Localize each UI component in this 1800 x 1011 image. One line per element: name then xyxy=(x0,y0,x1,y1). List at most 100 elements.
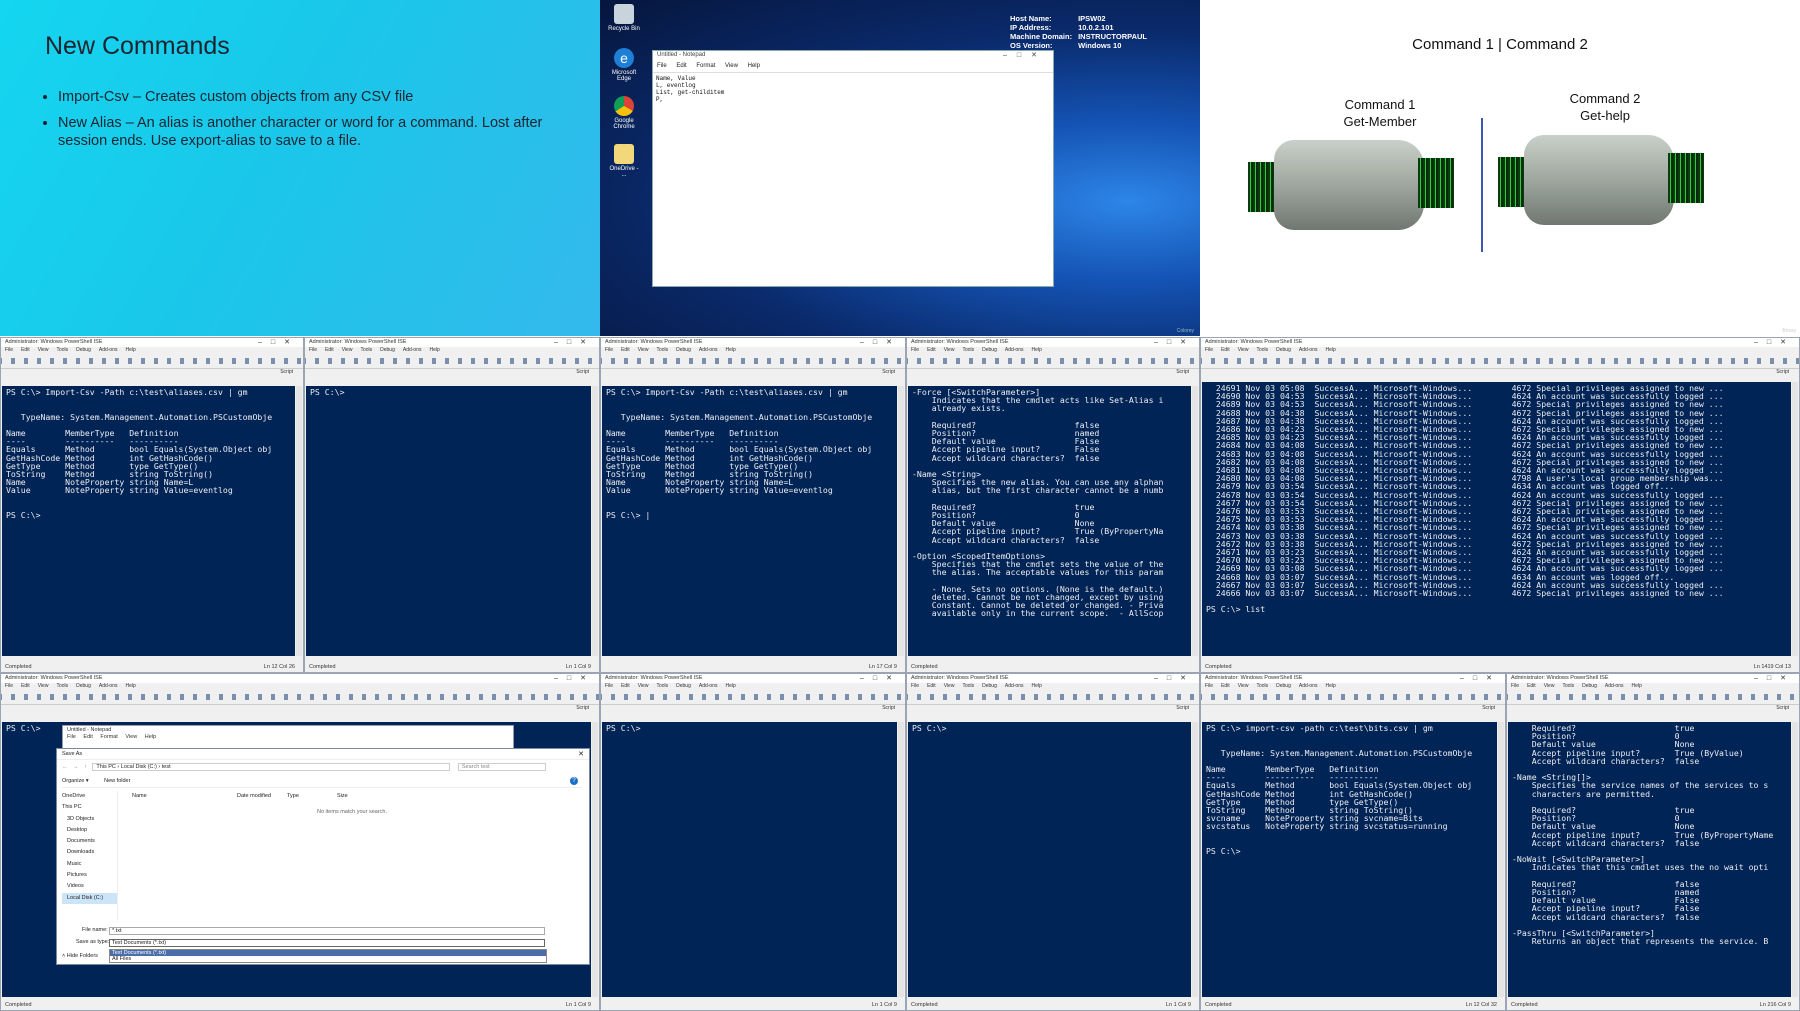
breadcrumb-item[interactable]: This PC xyxy=(96,764,116,770)
ise-toolbar[interactable] xyxy=(907,691,1199,705)
menu-edit[interactable]: Edit xyxy=(325,347,334,353)
ise-console[interactable]: PS C:\> import-csv -path c:\test\bits.cs… xyxy=(1202,722,1497,997)
column-size[interactable]: Size xyxy=(337,793,348,799)
ise-titlebar[interactable]: Administrator: Windows PowerShell ISE –□✕ xyxy=(1201,338,1799,347)
window-controls[interactable]: –□✕ xyxy=(860,338,901,346)
ise-toolbar[interactable] xyxy=(1201,691,1505,705)
vertical-scrollbar[interactable] xyxy=(1792,382,1798,656)
ise-toolbar[interactable] xyxy=(1507,691,1799,705)
ise-titlebar[interactable]: Administrator: Windows PowerShell ISE –□✕ xyxy=(1,338,303,347)
menu-file[interactable]: File xyxy=(911,347,919,353)
script-pane-toggle[interactable]: Script xyxy=(1,705,599,712)
dropdown-option[interactable]: All Files xyxy=(110,956,546,962)
notepad-text-area[interactable]: Name, Value L, eventlog List, get-childi… xyxy=(653,73,1053,105)
window-controls[interactable]: –□✕ xyxy=(1754,674,1795,682)
script-pane-toggle[interactable]: Script xyxy=(1201,369,1799,376)
menu-help[interactable]: Help xyxy=(725,683,735,689)
ise-titlebar[interactable]: Administrator: Windows PowerShell ISE –□✕ xyxy=(601,338,905,347)
savetype-select[interactable]: Text Documents (*.txt) xyxy=(109,939,545,947)
script-pane-toggle[interactable]: Script xyxy=(1,369,303,376)
window-controls[interactable]: –□✕ xyxy=(554,338,595,346)
window-controls[interactable]: –□✕ xyxy=(258,338,299,346)
menu-tools[interactable]: Tools xyxy=(56,683,68,689)
ise-window[interactable]: Administrator: Windows PowerShell ISE –□✕… xyxy=(906,673,1200,1011)
menu-edit[interactable]: Edit xyxy=(676,63,686,69)
ise-console[interactable]: Required? true Position? 0 Default value… xyxy=(1508,722,1791,997)
menu-tools[interactable]: Tools xyxy=(962,347,974,353)
menu-view[interactable]: View xyxy=(944,683,955,689)
script-pane-toggle[interactable]: Script xyxy=(601,705,905,712)
menu-addons[interactable]: Add-ons xyxy=(99,683,118,689)
desktop-icon-edge[interactable]: e Microsoft Edge xyxy=(608,48,640,82)
menu-view[interactable]: View xyxy=(38,347,49,353)
menu-addons[interactable]: Add-ons xyxy=(1005,347,1024,353)
menu-debug[interactable]: Debug xyxy=(1276,347,1291,353)
menu-view[interactable]: View xyxy=(1544,683,1555,689)
vertical-scrollbar[interactable] xyxy=(1498,722,1504,997)
new-folder-button[interactable]: New folder xyxy=(104,778,130,784)
menu-addons[interactable]: Add-ons xyxy=(1299,683,1318,689)
script-pane-toggle[interactable]: Script xyxy=(1201,705,1505,712)
menu-tools[interactable]: Tools xyxy=(56,347,68,353)
menu-debug[interactable]: Debug xyxy=(676,347,691,353)
forward-arrow-icon[interactable]: → xyxy=(73,764,79,770)
menu-view[interactable]: View xyxy=(38,683,49,689)
ise-titlebar[interactable]: Administrator: Windows PowerShell ISE –□✕ xyxy=(305,338,599,347)
ise-console[interactable]: PS C:\> xyxy=(908,722,1191,997)
menu-file[interactable]: File xyxy=(605,683,613,689)
up-arrow-icon[interactable]: ↑ xyxy=(84,764,87,770)
vertical-scrollbar[interactable] xyxy=(1192,722,1198,997)
menu-view[interactable]: View xyxy=(1238,683,1249,689)
vertical-scrollbar[interactable] xyxy=(296,386,302,656)
address-bar[interactable]: This PC › Local Disk (C:) › test xyxy=(92,763,451,771)
nav-item-downloads[interactable]: Downloads xyxy=(62,847,117,858)
window-controls[interactable]: –□✕ xyxy=(1003,51,1047,59)
search-input[interactable]: Search test xyxy=(457,763,546,771)
ise-toolbar[interactable] xyxy=(907,355,1199,369)
menu-file[interactable]: File xyxy=(911,683,919,689)
nav-item-music[interactable]: Music xyxy=(62,859,117,870)
close-icon[interactable]: ✕ xyxy=(578,750,584,758)
menu-debug[interactable]: Debug xyxy=(380,347,395,353)
menu-debug[interactable]: Debug xyxy=(676,683,691,689)
script-pane-toggle[interactable]: Script xyxy=(601,369,905,376)
window-controls[interactable]: –□✕ xyxy=(860,674,901,682)
nav-item-local-disk[interactable]: Local Disk (C:) xyxy=(62,892,117,904)
menu-tools[interactable]: Tools xyxy=(360,347,372,353)
ise-toolbar[interactable] xyxy=(601,355,905,369)
desktop-icon-onedrive[interactable]: OneDrive - ... xyxy=(608,144,640,178)
menu-addons[interactable]: Add-ons xyxy=(99,347,118,353)
menu-help[interactable]: Help xyxy=(1325,347,1335,353)
menu-edit[interactable]: Edit xyxy=(83,734,92,740)
ise-window[interactable]: Administrator: Windows PowerShell ISE –□✕… xyxy=(304,337,600,673)
ise-titlebar[interactable]: Administrator: Windows PowerShell ISE –□✕ xyxy=(907,674,1199,683)
menu-debug[interactable]: Debug xyxy=(982,683,997,689)
menu-help[interactable]: Help xyxy=(1325,683,1335,689)
menu-help[interactable]: Help xyxy=(748,63,760,69)
nav-item-videos[interactable]: Videos xyxy=(62,881,117,892)
ise-console[interactable]: -Force [<SwitchParameter>] Indicates tha… xyxy=(908,386,1191,656)
menu-help[interactable]: Help xyxy=(125,347,135,353)
menu-file[interactable]: File xyxy=(1205,683,1213,689)
ise-toolbar[interactable] xyxy=(601,691,905,705)
ise-window[interactable]: Administrator: Windows PowerShell ISE –□✕… xyxy=(906,337,1200,673)
ise-titlebar[interactable]: Administrator: Windows PowerShell ISE –□✕ xyxy=(907,338,1199,347)
ise-console[interactable]: 24691 Nov 03 05:08 SuccessA... Microsoft… xyxy=(1202,382,1791,656)
menu-help[interactable]: Help xyxy=(1031,347,1041,353)
menu-addons[interactable]: Add-ons xyxy=(1005,683,1024,689)
ise-window[interactable]: Administrator: Windows PowerShell ISE –□✕… xyxy=(600,673,906,1011)
menu-tools[interactable]: Tools xyxy=(656,347,668,353)
help-icon[interactable]: ? xyxy=(570,777,578,785)
window-controls[interactable]: –□✕ xyxy=(1154,674,1195,682)
nav-item-this-pc[interactable]: This PC xyxy=(62,802,117,813)
ise-console[interactable]: PS C:\> xyxy=(306,386,591,656)
menu-edit[interactable]: Edit xyxy=(1221,683,1230,689)
script-pane-toggle[interactable]: Script xyxy=(305,369,599,376)
script-pane-toggle[interactable]: Script xyxy=(907,369,1199,376)
nav-item-desktop[interactable]: Desktop xyxy=(62,825,117,836)
ise-window[interactable]: Administrator: Windows PowerShell ISE –□✕… xyxy=(0,337,304,673)
ise-toolbar[interactable] xyxy=(1,691,599,705)
ise-window[interactable]: Administrator: Windows PowerShell ISE –□✕… xyxy=(1200,337,1800,673)
ise-window[interactable]: Administrator: Windows PowerShell ISE –□✕… xyxy=(1200,673,1506,1011)
menu-view[interactable]: View xyxy=(725,63,738,69)
